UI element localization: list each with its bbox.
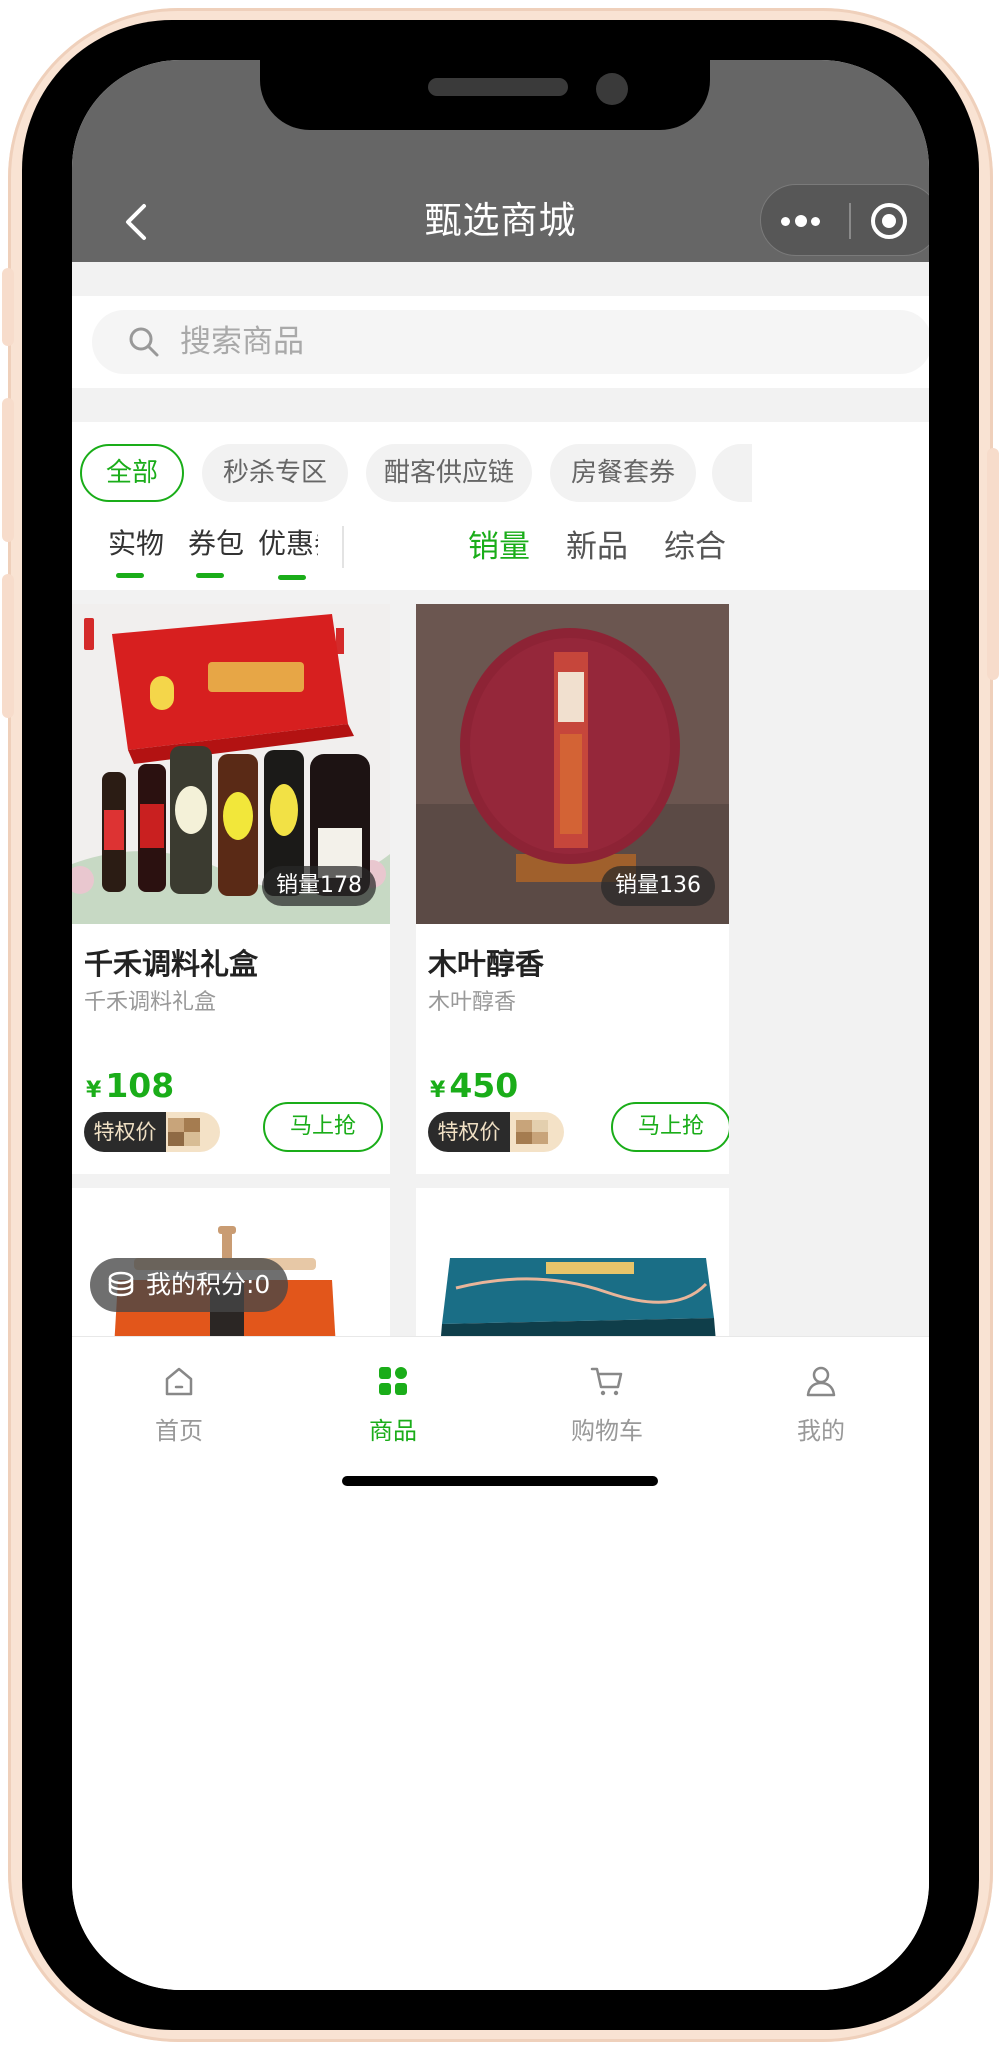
cart-icon — [590, 1367, 623, 1396]
mini-program-capsule — [760, 184, 929, 256]
product-card[interactable]: 销量178 千禾调料礼盒 千禾调料礼盒 ¥108 特权价 马上抢 — [72, 604, 390, 1174]
privilege-price-masked — [166, 1112, 220, 1152]
phone-volume-down — [2, 574, 14, 718]
more-dots-icon — [811, 217, 820, 226]
type-tab-label: 优惠券 — [258, 527, 318, 560]
home-indicator — [342, 1476, 658, 1486]
privilege-price-masked — [510, 1112, 564, 1152]
tab-home[interactable]: 首页 — [72, 1337, 286, 1457]
tab-underline — [116, 573, 144, 578]
speaker-grille — [428, 78, 568, 96]
tab-label: 首页 — [155, 1417, 203, 1445]
category-chip-more[interactable] — [712, 444, 752, 502]
product-image: 销量178 — [72, 604, 390, 924]
category-chip-flash-sale[interactable]: 秒杀专区 — [202, 444, 348, 502]
privilege-price-badge: 特权价 — [428, 1112, 564, 1152]
product-price: ¥108 — [86, 1064, 174, 1114]
front-camera — [596, 73, 628, 105]
tab-label: 商品 — [369, 1417, 417, 1445]
tab-cart[interactable]: 购物车 — [500, 1337, 714, 1457]
coins-icon — [108, 1271, 134, 1297]
tab-label: 购物车 — [571, 1417, 643, 1445]
phone-power-button — [987, 448, 999, 680]
currency-symbol: ¥ — [430, 1078, 446, 1103]
buy-now-button[interactable]: 马上抢 — [263, 1102, 383, 1152]
product-card[interactable] — [416, 1188, 729, 1348]
search-input[interactable]: 搜索商品 — [92, 310, 929, 374]
grid-icon — [379, 1367, 407, 1395]
product-name: 千禾调料礼盒 — [84, 947, 259, 981]
tab-separator — [342, 526, 344, 568]
product-image — [416, 1188, 729, 1348]
privilege-label: 特权价 — [428, 1112, 510, 1152]
product-card[interactable]: 销量136 木叶醇香 木叶醇香 ¥450 特权价 马上抢 — [416, 604, 729, 1174]
type-tab-coupon-pack[interactable]: 券包 — [188, 524, 245, 578]
tab-profile[interactable]: 我的 — [714, 1337, 928, 1457]
currency-symbol: ¥ — [86, 1078, 102, 1103]
category-chip-supply-chain[interactable]: 酣客供应链 — [366, 444, 532, 502]
price-value: 450 — [449, 1066, 519, 1105]
search-icon — [129, 327, 159, 357]
privilege-label: 特权价 — [84, 1112, 166, 1152]
privilege-price-badge: 特权价 — [84, 1112, 220, 1152]
type-tab-label: 券包 — [188, 527, 245, 560]
phone-mute-switch — [2, 268, 14, 346]
product-subtitle: 千禾调料礼盒 — [84, 990, 217, 1015]
more-dots-icon — [781, 217, 790, 226]
tab-underline — [196, 573, 224, 578]
points-label: 我的积分:0 — [146, 1270, 271, 1299]
type-tab-label: 实物 — [108, 527, 165, 560]
type-tab-physical[interactable]: 实物 — [108, 524, 165, 578]
sort-tab-overall[interactable]: 综合 — [664, 526, 726, 568]
sales-count-badge: 销量136 — [601, 866, 715, 906]
type-tab-discount-coupon[interactable]: 优惠券 — [258, 524, 318, 580]
app-screen: 甄选商城 搜索商品 全部 秒杀专区 酣客供应链 房餐套券 实物 券包 优惠 销量… — [72, 60, 929, 1990]
close-target-icon[interactable] — [867, 199, 911, 243]
sort-tab-new[interactable]: 新品 — [566, 526, 628, 568]
price-value: 108 — [105, 1066, 175, 1105]
tab-products[interactable]: 商品 — [286, 1337, 500, 1457]
more-dots-icon — [795, 215, 807, 227]
search-placeholder: 搜索商品 — [180, 324, 304, 360]
user-icon — [806, 1366, 836, 1397]
phone-volume-up — [2, 398, 14, 542]
tab-label: 我的 — [797, 1417, 845, 1445]
product-subtitle: 木叶醇香 — [428, 990, 517, 1015]
product-image: 销量136 — [416, 604, 729, 924]
safe-area-bottom — [72, 1510, 929, 1990]
sales-count-badge: 销量178 — [262, 866, 376, 906]
capsule-divider — [849, 203, 851, 239]
product-name: 木叶醇香 — [428, 947, 545, 981]
phone-notch — [260, 60, 710, 130]
buy-now-button[interactable]: 马上抢 — [611, 1102, 729, 1152]
tab-underline — [278, 575, 306, 580]
product-price: ¥450 — [430, 1064, 518, 1114]
my-points-button[interactable]: 我的积分:0 — [90, 1258, 289, 1312]
home-icon — [165, 1367, 193, 1396]
sort-tab-sales[interactable]: 销量 — [468, 526, 530, 568]
category-chip-all[interactable]: 全部 — [80, 444, 184, 502]
filter-area: 全部 秒杀专区 酣客供应链 房餐套券 实物 券包 优惠券 销量 新品 综合 — [72, 422, 929, 590]
search-bar-area: 搜索商品 — [72, 296, 929, 388]
category-chip-meal-voucher[interactable]: 房餐套券 — [550, 444, 696, 502]
